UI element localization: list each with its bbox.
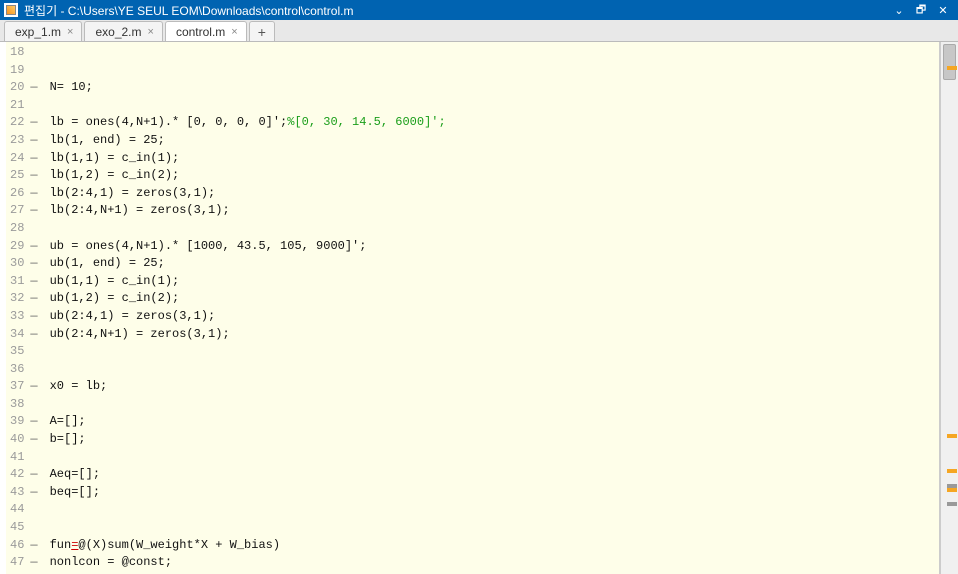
code-line[interactable]: A=[]; bbox=[50, 413, 446, 431]
code-line[interactable]: nonlcon = @const; bbox=[50, 554, 446, 572]
code-line[interactable]: ub = ones(4,N+1).* [1000, 43.5, 105, 900… bbox=[50, 238, 446, 256]
scrollbar-thumb[interactable] bbox=[943, 44, 956, 80]
window-close-button[interactable]: ✕ bbox=[932, 1, 954, 19]
code-line[interactable]: ub(1, end) = 25; bbox=[50, 255, 446, 273]
editor: 18 19 20 21 22 23 24 25 26 27 28 29 30 3… bbox=[0, 42, 958, 574]
code-line[interactable]: ub(2:4,N+1) = zeros(3,1); bbox=[50, 326, 446, 344]
code-line[interactable] bbox=[50, 449, 446, 467]
code-line[interactable]: ub(1,2) = c_in(2); bbox=[50, 290, 446, 308]
code-line[interactable]: ub(2:4,1) = zeros(3,1); bbox=[50, 308, 446, 326]
code-line[interactable] bbox=[50, 97, 446, 115]
tab-label: exp_1.m bbox=[15, 25, 61, 39]
code-line[interactable]: ub(1,1) = c_in(1); bbox=[50, 273, 446, 291]
code-line[interactable]: N= 10; bbox=[50, 79, 446, 97]
code-area[interactable]: 18 19 20 21 22 23 24 25 26 27 28 29 30 3… bbox=[6, 42, 940, 574]
vertical-scrollbar[interactable] bbox=[940, 42, 958, 574]
close-icon[interactable]: × bbox=[231, 26, 237, 38]
code-line[interactable]: lb(1, end) = 25; bbox=[50, 132, 446, 150]
code-line[interactable]: x0 = lb; bbox=[50, 378, 446, 396]
code-line[interactable]: lb(2:4,N+1) = zeros(3,1); bbox=[50, 202, 446, 220]
code-line[interactable]: fun=@(X)sum(W_weight*X + W_bias) bbox=[50, 537, 446, 555]
code-line[interactable]: lb(2:4,1) = zeros(3,1); bbox=[50, 185, 446, 203]
close-icon[interactable]: × bbox=[67, 26, 73, 38]
code-line[interactable]: Aeq=[]; bbox=[50, 466, 446, 484]
window-dropdown-button[interactable]: ⌄ bbox=[888, 1, 910, 19]
new-tab-button[interactable]: + bbox=[249, 21, 275, 41]
app-icon bbox=[4, 3, 18, 17]
close-icon[interactable]: × bbox=[148, 26, 154, 38]
code-line[interactable] bbox=[50, 501, 446, 519]
file-tab[interactable]: exo_2.m × bbox=[84, 21, 162, 41]
code-line[interactable]: b=[]; bbox=[50, 431, 446, 449]
code-line[interactable]: beq=[]; bbox=[50, 484, 446, 502]
code-line[interactable] bbox=[50, 519, 446, 537]
tab-label: control.m bbox=[176, 25, 225, 39]
code-line[interactable] bbox=[50, 343, 446, 361]
tab-bar: exp_1.m × exo_2.m × control.m × + bbox=[0, 20, 958, 42]
file-tab[interactable]: exp_1.m × bbox=[4, 21, 82, 41]
code-line[interactable]: lb(1,2) = c_in(2); bbox=[50, 167, 446, 185]
section-marker-column: — — — — — — — — — — — — — — — — — — — — … bbox=[30, 42, 41, 574]
window-title: 편집기 - C:\Users\YE SEUL EOM\Downloads\con… bbox=[24, 2, 888, 19]
window-restore-button[interactable]: 🗗 bbox=[910, 1, 932, 19]
code-line[interactable] bbox=[50, 396, 446, 414]
code-line[interactable]: lb(1,1) = c_in(1); bbox=[50, 150, 446, 168]
tab-label: exo_2.m bbox=[95, 25, 141, 39]
file-tab[interactable]: control.m × bbox=[165, 21, 247, 41]
code-text[interactable]: N= 10; lb = ones(4,N+1).* [0, 0, 0, 0]';… bbox=[42, 42, 446, 574]
title-bar: 편집기 - C:\Users\YE SEUL EOM\Downloads\con… bbox=[0, 0, 958, 20]
code-line[interactable] bbox=[50, 361, 446, 379]
code-line[interactable] bbox=[50, 44, 446, 62]
code-line[interactable]: lb = ones(4,N+1).* [0, 0, 0, 0]';%[0, 30… bbox=[50, 114, 446, 132]
code-line[interactable] bbox=[50, 62, 446, 80]
code-line[interactable] bbox=[50, 220, 446, 238]
line-numbers: 18 19 20 21 22 23 24 25 26 27 28 29 30 3… bbox=[6, 42, 30, 574]
